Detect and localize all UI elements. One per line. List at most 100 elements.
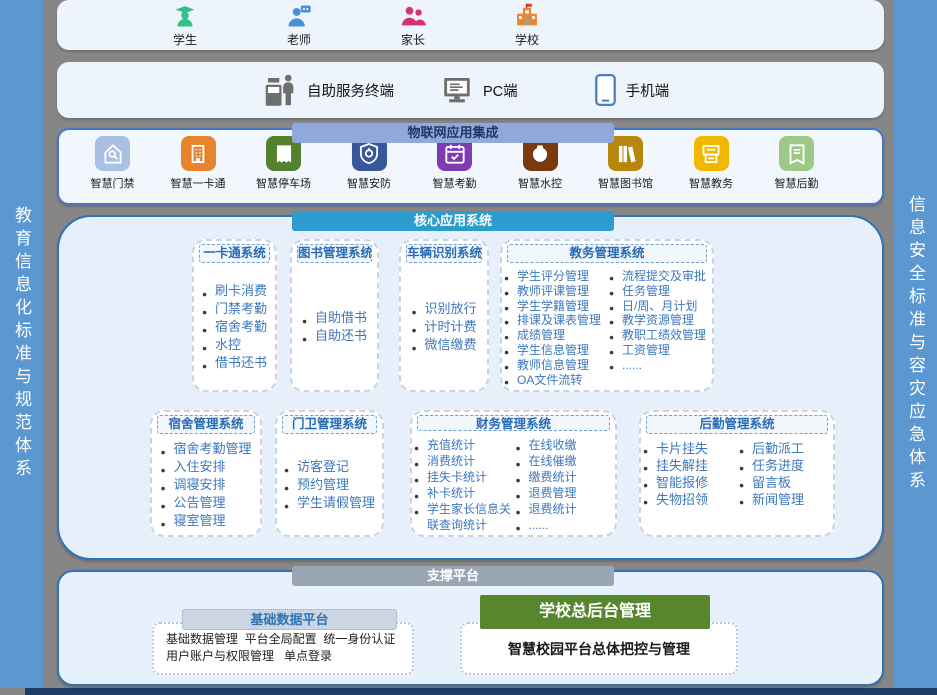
list-item: 流程提交及审批 — [609, 269, 710, 284]
core-panel: 核心应用系统 一卡通系统刷卡消费门禁考勤宿舍考勤水控借书还书图书管理系统自助借书… — [57, 215, 884, 560]
list-item: 教职工绩效管理 — [609, 328, 710, 343]
iot-item-logistics: 智慧后勤 — [763, 136, 830, 191]
item-column: 流程提交及审批任务管理日/周、月计划教学资源管理教职工绩效管理工资管理.....… — [609, 269, 710, 373]
list-item: 失物招领 — [643, 491, 735, 508]
list-item: 公告管理 — [160, 494, 251, 512]
support-panel: 支撑平台 基础数据平台 基础数据管理 平台全局配置 统一身份认证 用户账户与权限… — [57, 570, 884, 686]
list-item: 日/周、月计划 — [609, 299, 710, 314]
list-item: 宿舍考勤管理 — [160, 440, 251, 458]
list-item: 任务管理 — [609, 284, 710, 299]
iot-panel: 物联网应用集成 智慧门禁智慧一卡通智慧停车场智慧安防智慧考勤智慧水控智慧图书馆智… — [57, 128, 884, 205]
sysbox-onecard-system: 一卡通系统刷卡消费门禁考勤宿舍考勤水控借书还书 — [192, 239, 277, 392]
item-column: 后勤派工任务进度留言板新闻管理 — [739, 440, 831, 508]
iot-item-water: 智慧水控 — [507, 136, 574, 191]
list-item: 门禁考勤 — [202, 300, 267, 318]
sysbox-body: 学生评分管理教师评课管理学生学籍管理排课及课表管理成绩管理学生信息管理教师信息管… — [502, 263, 712, 390]
list-item: 寝室管理 — [160, 512, 251, 530]
terminal-label: 自助服务终端 — [307, 80, 394, 101]
list-item: 调寝安排 — [160, 476, 251, 494]
list-item: ...... — [516, 517, 614, 533]
list-item: 挂失卡统计 — [414, 469, 512, 485]
iot-label: 智慧水控 — [518, 175, 562, 191]
list-item: 缴费统计 — [516, 469, 614, 485]
sysbox-gate-system: 门卫管理系统访客登记预约管理学生请假管理 — [275, 410, 384, 537]
list-item: 退费管理 — [516, 485, 614, 501]
bottom-divider-bar — [25, 688, 937, 695]
smart-campus-diagram: 教育信息化标准与规范体系 信息安全标准与容灾应急体系 学生老师家长学校 自助服务… — [0, 0, 937, 695]
terminal-label: PC端 — [483, 80, 518, 101]
list-item: 充值统计 — [414, 437, 512, 453]
school-backend-box: 智慧校园平台总体把控与管理 — [460, 622, 738, 675]
list-item: 微信缴费 — [411, 336, 476, 354]
core-header: 核心应用系统 — [292, 211, 614, 231]
one-card-icon — [181, 136, 216, 171]
list-item: 在线催缴 — [516, 453, 614, 469]
basic-data-platform-title: 基础数据平台 — [182, 609, 397, 630]
user-label: 家长 — [401, 31, 425, 48]
iot-header: 物联网应用集成 — [292, 123, 614, 143]
iot-items: 智慧门禁智慧一卡通智慧停车场智慧安防智慧考勤智慧水控智慧图书馆智慧教务智慧后勤 — [59, 136, 882, 191]
item-column: 学生评分管理教师评课管理学生学籍管理排课及课表管理成绩管理学生信息管理教师信息管… — [504, 269, 605, 387]
terminal-item-pc: PC端 — [440, 75, 518, 105]
list-item: 学生学籍管理 — [504, 299, 605, 314]
list-item: 排课及课表管理 — [504, 313, 605, 328]
sysbox-library-system: 图书管理系统自助借书自助还书 — [290, 239, 379, 392]
iot-label: 智慧后勤 — [775, 175, 819, 191]
item-column: 自助借书自助还书 — [302, 309, 367, 345]
list-item: 新闻管理 — [739, 491, 831, 508]
iot-label: 智慧教务 — [689, 175, 733, 191]
user-label: 学生 — [173, 31, 197, 48]
sysbox-body: 访客登记预约管理学生请假管理 — [277, 434, 382, 535]
support-header: 支撑平台 — [292, 566, 614, 586]
basic-platform-line2: 用户账户与权限管理 单点登录 — [166, 648, 400, 665]
terminal-item-kiosk: 自助服务终端 — [262, 71, 394, 109]
iot-item-onecard: 智慧一卡通 — [165, 136, 232, 191]
list-item: 刷卡消费 — [202, 282, 267, 300]
iot-label: 智慧考勤 — [433, 175, 477, 191]
list-item: 任务进度 — [739, 457, 831, 474]
access-control-icon — [95, 136, 130, 171]
list-item: 工资管理 — [609, 343, 710, 358]
sysbox-logistics-system: 后勤管理系统卡片挂失挂失解挂智能报修失物招领后勤派工任务进度留言板新闻管理 — [639, 410, 835, 537]
iot-label: 智慧一卡通 — [171, 175, 226, 191]
iot-item-access: 智慧门禁 — [79, 136, 146, 191]
sysbox-body: 识别放行计时计费微信缴费 — [401, 263, 487, 390]
list-item: 挂失解挂 — [643, 457, 735, 474]
sysbox-body: 宿舍考勤管理入住安排调寝安排公告管理寝室管理 — [152, 434, 260, 535]
list-item: 教师信息管理 — [504, 358, 605, 373]
phone-icon — [594, 73, 617, 107]
sysbox-title: 图书管理系统 — [297, 244, 372, 263]
item-column: 充值统计消费统计挂失卡统计补卡统计学生家长信息关联查询统计 — [414, 437, 512, 533]
list-item: 访客登记 — [284, 458, 375, 476]
list-item: 智能报修 — [643, 474, 735, 491]
sysbox-title: 门卫管理系统 — [282, 415, 377, 434]
list-item: 学生请假管理 — [284, 494, 375, 512]
list-item: 在线收缴 — [516, 437, 614, 453]
list-item: 水控 — [202, 336, 267, 354]
list-item: OA文件流转 — [504, 373, 605, 388]
pc-icon — [440, 75, 474, 105]
school-backend-title: 学校总后台管理 — [480, 595, 710, 629]
iot-label: 智慧停车场 — [256, 175, 311, 191]
kiosk-icon — [262, 71, 298, 109]
list-item: 学生信息管理 — [504, 343, 605, 358]
users-row: 学生老师家长学校 — [57, 0, 884, 50]
item-column: 在线收缴在线催缴缴费统计退费管理退费统计...... — [516, 437, 614, 533]
item-column: 宿舍考勤管理入住安排调寝安排公告管理寝室管理 — [160, 440, 251, 530]
terminals-row: 自助服务终端 PC端 手机端 — [57, 62, 884, 118]
sysbox-academic-system: 教务管理系统学生评分管理教师评课管理学生学籍管理排课及课表管理成绩管理学生信息管… — [500, 239, 714, 392]
terminal-label: 手机端 — [626, 80, 670, 101]
iot-label: 智慧图书馆 — [598, 175, 653, 191]
sysbox-title: 财务管理系统 — [417, 415, 610, 431]
user-label: 老师 — [287, 31, 311, 48]
right-security-label: 信息安全标准与容灾应急体系 — [903, 195, 928, 494]
sysbox-body: 自助借书自助还书 — [292, 263, 377, 390]
item-column: 刷卡消费门禁考勤宿舍考勤水控借书还书 — [202, 282, 267, 372]
item-column: 访客登记预约管理学生请假管理 — [284, 458, 375, 512]
sysbox-title: 车辆识别系统 — [406, 244, 482, 263]
left-standards-bar: 教育信息化标准与规范体系 — [0, 0, 43, 688]
list-item: 后勤派工 — [739, 440, 831, 457]
logistics-icon — [779, 136, 814, 171]
sysbox-title: 一卡通系统 — [199, 244, 270, 263]
sysbox-finance-system: 财务管理系统充值统计消费统计挂失卡统计补卡统计学生家长信息关联查询统计在线收缴在… — [410, 410, 617, 537]
